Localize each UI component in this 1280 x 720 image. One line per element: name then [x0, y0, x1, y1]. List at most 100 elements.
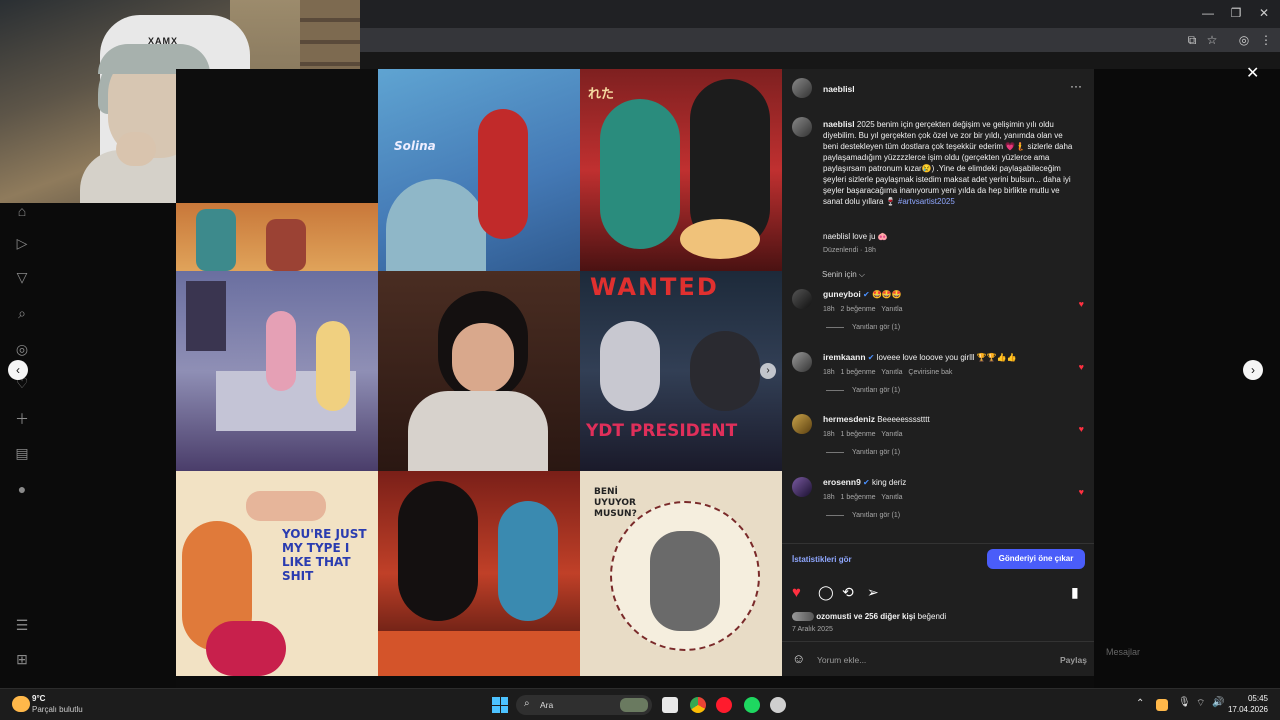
minimize-icon[interactable]: — [1198, 4, 1218, 22]
verified-icon: ✔ [863, 478, 870, 487]
like-heart-icon[interactable]: ♥ [792, 584, 801, 601]
messages-label[interactable]: Mesajlar [1106, 647, 1140, 657]
post-date: 7 Aralık 2025 [792, 626, 833, 633]
compass-icon[interactable]: ◎ [12, 339, 32, 359]
comment-time: 18h [823, 306, 835, 313]
commenter-username[interactable]: hermesdeniz [823, 414, 875, 424]
reply-button[interactable]: Yanıtla [881, 494, 902, 501]
globe-icon[interactable]: ● [12, 479, 32, 499]
close-modal-icon[interactable]: ✕ [1246, 63, 1259, 83]
comment-like-icon[interactable]: ♥ [1079, 487, 1084, 497]
taskbar-search[interactable]: ⌕ Ara [516, 695, 652, 715]
comment-likes[interactable]: 1 beğenme [841, 431, 876, 438]
comment-likes[interactable]: 1 beğenme [841, 494, 876, 501]
author-avatar[interactable] [792, 78, 812, 98]
comment-input[interactable]: Yorum ekle... [817, 655, 866, 665]
menu-icon[interactable]: ☰ [12, 615, 32, 635]
spotify-icon[interactable] [744, 697, 760, 713]
self-comment-text: love ju 🐽 [852, 232, 888, 241]
bookmark-star-icon[interactable]: ☆ [1204, 32, 1220, 48]
share-comment-button[interactable]: Paylaş [1060, 655, 1087, 665]
emoji-icon[interactable]: ☺ [792, 651, 805, 666]
art-tile-room-friends [176, 271, 378, 471]
browser-toolbar: ⧉ ☆ ◎ ⋮ [360, 28, 1280, 52]
share-send-icon[interactable]: ➢ [867, 584, 879, 601]
liker-username[interactable]: ozomusti [816, 612, 851, 621]
search-highlight-icon [620, 698, 648, 712]
commenter-avatar[interactable] [792, 352, 812, 372]
repost-icon[interactable]: ⟲ [842, 584, 854, 601]
caption-hashtag[interactable]: #artvsartist2025 [898, 197, 955, 206]
commenter-avatar[interactable] [792, 477, 812, 497]
chart-icon[interactable]: ▤ [12, 443, 32, 463]
window-close-icon[interactable]: ✕ [1254, 4, 1274, 22]
verified-icon: ✔ [867, 353, 875, 362]
video-icon[interactable]: ▷ [12, 233, 32, 253]
search-icon[interactable]: ⌕ [12, 303, 32, 323]
reply-button[interactable]: Yanıtla [881, 369, 902, 376]
weather-desc[interactable]: Parçalı bulutlu [32, 705, 83, 714]
wifi-icon[interactable]: ⌔ [1196, 697, 1205, 710]
my-type-text: YOU'RE JUST MY TYPE I LIKE THAT SHIT [282, 527, 367, 583]
save-bookmark-icon[interactable]: ▮ [1071, 584, 1079, 601]
clock-time[interactable]: 05:45 [1232, 694, 1268, 703]
comment-item: guneyboi ✔ 🤩🤩🤩 18h 2 beğenme Yanıtla Yan… [792, 287, 1092, 347]
volume-icon[interactable]: 🔊 [1212, 697, 1224, 708]
tray-chevron-icon[interactable]: ⌃ [1136, 698, 1144, 709]
plus-icon[interactable]: ＋ [12, 409, 32, 429]
translation-link[interactable]: Çevirisine bak [908, 369, 952, 376]
maximize-icon[interactable]: ❐ [1226, 4, 1246, 22]
author-username[interactable]: naeblisl [823, 84, 855, 94]
weather-temp[interactable]: 9°C [32, 694, 45, 703]
reply-button[interactable]: Yanıtla [881, 431, 902, 438]
view-replies[interactable]: Yanıtları gör (1) [826, 512, 900, 519]
chrome-icon[interactable] [690, 697, 706, 713]
comment-like-icon[interactable]: ♥ [1079, 424, 1084, 434]
commenter-username[interactable]: erosenn9 [823, 477, 861, 487]
task-view-icon[interactable] [662, 697, 678, 713]
reply-button[interactable]: Yanıtla [881, 306, 902, 313]
promote-post-button[interactable]: Gönderiyi öne çıkar [987, 549, 1085, 569]
insights-link[interactable]: İstatistikleri gör [792, 555, 852, 564]
comment-bubble-icon[interactable]: ◯ [818, 584, 834, 601]
comment-like-icon[interactable]: ♥ [1079, 362, 1084, 372]
install-icon[interactable]: ⧉ [1184, 32, 1200, 48]
weather-icon[interactable] [12, 696, 30, 712]
apps-icon[interactable]: ⊞ [12, 649, 32, 669]
next-post-arrow[interactable]: › [1243, 360, 1263, 380]
caption-avatar[interactable] [792, 117, 812, 137]
home-icon[interactable]: ⌂ [12, 201, 32, 221]
profile-icon[interactable]: ◎ [1236, 32, 1252, 48]
caption: naeblisl 2025 benim için gerçekten değiş… [823, 119, 1079, 207]
view-replies[interactable]: Yanıtları gör (1) [826, 387, 900, 394]
windows-start-icon[interactable] [492, 697, 508, 713]
likes-count[interactable]: ve 256 diğer kişi [854, 612, 916, 621]
view-replies[interactable]: Yanıtları gör (1) [826, 449, 900, 456]
obs-icon[interactable] [770, 697, 786, 713]
instagram-sidebar: ⌂ ▷ ▽ ⌕ ◎ ♡ ＋ ▤ ● ☰ ⊞ [0, 203, 176, 688]
comment-like-icon[interactable]: ♥ [1079, 299, 1084, 309]
more-options-icon[interactable]: ··· [1070, 79, 1082, 93]
tray-app-icon[interactable] [1156, 699, 1168, 711]
comment-likes[interactable]: 1 beğenme [841, 369, 876, 376]
prev-post-arrow[interactable]: ‹ [8, 360, 28, 380]
self-comment-user[interactable]: naeblisl [823, 232, 850, 241]
microphone-icon[interactable]: 🎙 [1178, 697, 1191, 708]
commenter-username[interactable]: guneyboi [823, 289, 861, 299]
commenter-avatar[interactable] [792, 289, 812, 309]
clock-date[interactable]: 17.04.2026 [1226, 705, 1268, 714]
likes-suffix: beğendi [917, 612, 947, 621]
more-menu-icon[interactable]: ⋮ [1258, 32, 1274, 48]
commenter-avatar[interactable] [792, 414, 812, 434]
commenter-username[interactable]: iremkaann [823, 352, 866, 362]
collage-next-arrow[interactable]: › [760, 363, 776, 379]
comment-sort-dropdown[interactable]: Senin için ⌵ [822, 270, 865, 280]
filter-icon[interactable]: ▽ [12, 267, 32, 287]
comment-likes[interactable]: 2 beğenme [841, 306, 876, 313]
comment-text: Beeeeesssstttt [877, 415, 930, 424]
art-tile-wanted: WANTED YDT PRESIDENT [580, 271, 782, 471]
caption-username[interactable]: naeblisl [823, 119, 855, 129]
likes-summary: ozomusti ve 256 diğer kişi beğendi [792, 612, 947, 622]
opera-icon[interactable] [716, 697, 732, 713]
view-replies[interactable]: Yanıtları gör (1) [826, 324, 900, 331]
